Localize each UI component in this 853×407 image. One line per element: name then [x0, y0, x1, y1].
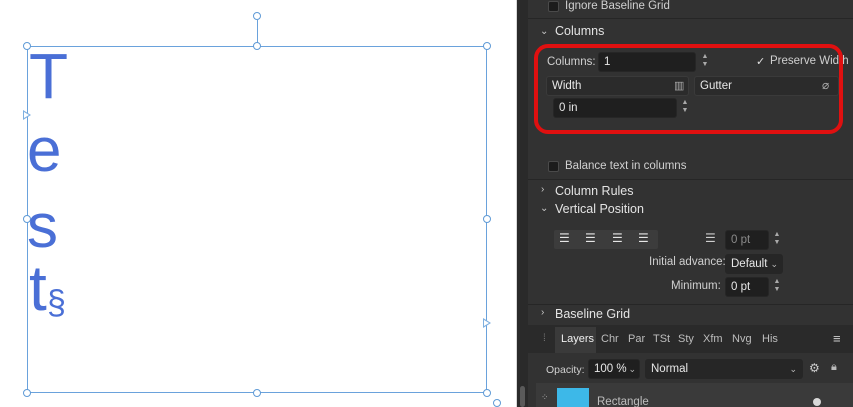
resize-handle-bottom-left[interactable]	[23, 389, 31, 397]
text-frame-panel: Ignore Baseline Grid ⌄ Columns Columns: …	[528, 0, 853, 407]
column-rules-section-title[interactable]: Column Rules	[555, 184, 634, 198]
layer-thumbnail	[557, 388, 589, 407]
chevron-down-icon[interactable]: ⌄	[540, 203, 548, 214]
chevron-down-icon: ⌄	[770, 259, 778, 269]
rotation-handle[interactable]	[253, 12, 261, 20]
resize-handle-top[interactable]	[253, 42, 261, 50]
panel-scrollbar-track[interactable]	[517, 0, 528, 407]
divider	[528, 179, 853, 180]
document-canvas[interactable]: T e s t §	[0, 0, 516, 407]
layer-name[interactable]: Rectangle	[597, 396, 649, 407]
resize-handle-bottom-right[interactable]	[483, 389, 491, 397]
divider	[528, 304, 853, 305]
ignore-baseline-grid-label: Ignore Baseline Grid	[565, 0, 670, 12]
chevron-down-icon: ⌄	[628, 364, 636, 374]
grip-icon[interactable]: ⁞	[543, 333, 546, 344]
initial-advance-label: Initial advance:	[649, 256, 726, 268]
align-bottom-icon[interactable]: ☰	[638, 231, 649, 245]
minimum-input[interactable]: 0 pt	[725, 277, 769, 297]
blend-mode-value: Normal	[651, 363, 689, 375]
tab-history[interactable]: His	[762, 333, 778, 345]
baseline-offset-icon: ☰	[705, 231, 716, 245]
text-letter-t2: t	[29, 252, 47, 324]
divider	[528, 18, 853, 19]
minimum-spinner-icon[interactable]: ▲ ▼	[772, 278, 782, 296]
tab-text-styles[interactable]: TSt	[653, 333, 670, 345]
text-letter-s: s	[27, 192, 58, 261]
chevron-down-icon: ⌄	[789, 364, 797, 374]
opacity-label: Opacity:	[546, 364, 585, 376]
minimum-label: Minimum:	[671, 280, 721, 292]
panel-scrollbar-thumb[interactable]	[520, 386, 525, 407]
columns-section-title[interactable]: Columns	[555, 24, 604, 38]
section-mark-icon: §	[47, 284, 66, 322]
lock-icon[interactable]: 🔒︎	[831, 361, 837, 374]
resize-handle-top-right[interactable]	[483, 42, 491, 50]
grip-icon[interactable]: ⁘	[541, 392, 549, 403]
initial-advance-select[interactable]: Default ⌄	[725, 254, 783, 274]
tab-navigator[interactable]: Nvg	[732, 333, 752, 345]
align-center-icon[interactable]: ☰	[585, 231, 596, 245]
gear-icon[interactable]: ⚙	[809, 361, 820, 375]
tab-transform[interactable]: Xfm	[703, 333, 723, 345]
align-justify-icon[interactable]: ☰	[612, 231, 623, 245]
offset-spinner-icon[interactable]: ▲ ▼	[772, 231, 782, 249]
text-letter-e: e	[27, 116, 62, 185]
text-letter-t: T	[29, 40, 69, 112]
blend-mode-select[interactable]: Normal ⌄	[645, 359, 803, 379]
text-flow-out-icon[interactable]	[483, 318, 491, 328]
ignore-baseline-grid-checkbox[interactable]	[548, 1, 559, 12]
vertical-offset-input[interactable]: 0 pt	[725, 230, 769, 250]
balance-text-label: Balance text in columns	[565, 160, 687, 172]
balance-text-checkbox[interactable]	[548, 161, 559, 172]
chevron-down-icon[interactable]: ⌄	[540, 26, 548, 37]
red-highlight-annotation	[534, 44, 843, 134]
chevron-right-icon[interactable]: ›	[541, 184, 544, 195]
initial-advance-value: Default	[731, 258, 768, 270]
tab-paragraph[interactable]: Par	[628, 333, 645, 345]
opacity-input[interactable]: 100 % ⌄	[588, 359, 640, 379]
tab-layers[interactable]: Layers	[561, 333, 594, 345]
tab-styles[interactable]: Sty	[678, 333, 694, 345]
chevron-right-icon[interactable]: ›	[541, 307, 544, 318]
linked-frame-handle[interactable]	[493, 399, 501, 407]
resize-handle-bottom[interactable]	[253, 389, 261, 397]
align-top-icon[interactable]: ☰	[559, 231, 570, 245]
opacity-value: 100 %	[594, 363, 627, 375]
baseline-grid-section-title[interactable]: Baseline Grid	[555, 307, 630, 321]
text-frame[interactable]	[27, 46, 487, 393]
vertical-position-section-title[interactable]: Vertical Position	[555, 202, 644, 216]
hamburger-menu-icon[interactable]: ≡	[833, 331, 841, 346]
resize-handle-right[interactable]	[483, 215, 491, 223]
visibility-dot-icon[interactable]	[813, 398, 821, 406]
tab-character[interactable]: Chr	[601, 333, 619, 345]
